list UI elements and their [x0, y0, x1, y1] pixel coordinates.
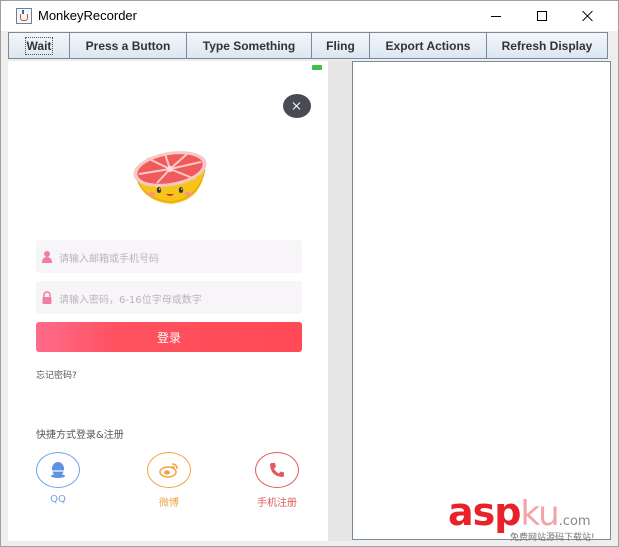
watermark-logo: aspku.com 免费网站源码下载站! — [448, 490, 595, 543]
phone-register-button[interactable]: 手机注册 — [247, 452, 307, 509]
login-button[interactable]: 登录 — [36, 322, 302, 352]
lock-icon — [42, 291, 52, 304]
action-display-panel[interactable] — [352, 61, 611, 540]
qq-label: QQ — [50, 494, 66, 505]
grapefruit-mascot-icon — [133, 151, 207, 204]
qq-icon — [51, 462, 65, 478]
quick-login-heading: 快捷方式登录&注册 — [36, 430, 124, 441]
type-something-button[interactable]: Type Something — [186, 32, 312, 59]
minimize-icon — [491, 15, 501, 17]
qq-login-button[interactable]: QQ — [28, 452, 88, 505]
battery-indicator — [312, 65, 322, 70]
minimize-button[interactable] — [473, 1, 519, 31]
toolbar: Wait Press a Button Type Something Fling… — [8, 32, 608, 59]
press-button-button[interactable]: Press a Button — [69, 32, 187, 59]
watermark-com: .com — [558, 514, 591, 529]
weibo-login-button[interactable]: 微博 — [139, 452, 199, 509]
wait-button[interactable]: Wait — [8, 32, 70, 59]
password-field[interactable]: 请输入密码，6-16位字母或数字 — [36, 281, 302, 314]
watermark-asp: asp — [448, 490, 521, 534]
weibo-label: 微博 — [159, 498, 179, 509]
monkey-recorder-window: MonkeyRecorder Wait Press a Button Type … — [0, 0, 619, 547]
watermark-subtitle: 免费网站源码下载站! — [510, 533, 595, 543]
wait-button-label: Wait — [24, 36, 54, 55]
java-app-icon — [16, 8, 32, 24]
panel-divider — [328, 61, 352, 541]
close-button[interactable] — [565, 1, 611, 31]
window-title: MonkeyRecorder — [38, 8, 137, 23]
close-icon — [293, 102, 301, 110]
refresh-display-button[interactable]: Refresh Display — [486, 32, 608, 59]
forgot-password-link[interactable]: 忘记密码? — [36, 368, 77, 381]
username-field[interactable]: 请输入邮箱或手机号码 — [36, 240, 302, 273]
user-icon — [42, 251, 52, 263]
close-icon — [582, 10, 594, 22]
username-placeholder: 请输入邮箱或手机号码 — [59, 254, 159, 265]
phone-register-label: 手机注册 — [257, 498, 297, 509]
maximize-icon — [537, 11, 547, 21]
watermark-ku: ku — [520, 494, 559, 534]
dismiss-button[interactable] — [283, 94, 311, 118]
weibo-icon — [159, 463, 178, 478]
export-actions-button[interactable]: Export Actions — [369, 32, 487, 59]
device-screen[interactable]: 请输入邮箱或手机号码 请输入密码，6-16位字母或数字 登录 忘记密码? 快捷方… — [8, 61, 328, 541]
fling-button[interactable]: Fling — [311, 32, 370, 59]
phone-icon — [270, 463, 284, 477]
maximize-button[interactable] — [519, 1, 565, 31]
title-bar[interactable]: MonkeyRecorder — [1, 1, 618, 31]
password-placeholder: 请输入密码，6-16位字母或数字 — [59, 295, 202, 306]
